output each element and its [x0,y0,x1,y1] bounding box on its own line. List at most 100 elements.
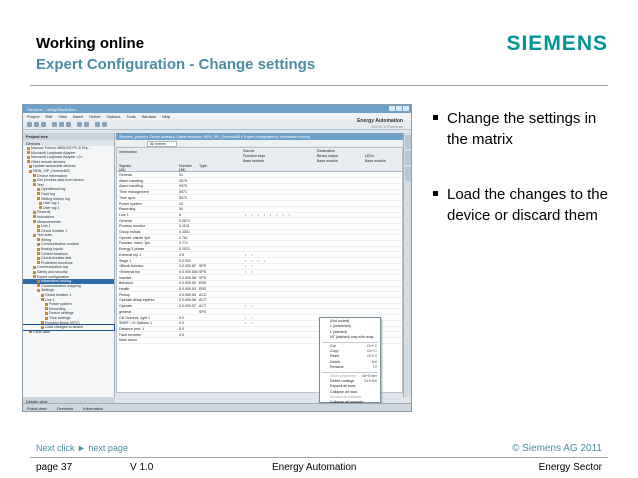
folder-icon [33,210,36,214]
matrix-row[interactable]: Alarm handling 4579 [117,178,402,185]
signal-cell: Behavior [119,281,134,286]
number-filter[interactable]: (All) [179,168,185,172]
folder-icon [27,151,30,155]
matrix-row[interactable]: »Block function 0.0.930.82 SPS • • [117,264,402,270]
task-card-tab-1[interactable] [405,135,411,149]
matrix-row[interactable]: Power system 10 [117,202,402,207]
redo-icon[interactable] [84,122,89,127]
binary-output-header: Binary output [317,154,339,158]
go-online-icon[interactable] [95,122,100,127]
menu-item[interactable]: Help [162,114,170,119]
tree-item-label: Settings [41,288,54,293]
context-menu-shortcut: F2 [372,365,377,370]
routing-marks[interactable]: • • • • • • • • [245,213,292,218]
matrix-row[interactable]: Inactive 0.0.930.58 SPS [117,276,402,281]
menu-bar: Project Edit View Insert Online Options Tools W… [23,113,411,120]
task-card-tab-3[interactable] [405,167,411,181]
tree-item-label: Test suite [37,233,53,238]
context-menu-label: Expand all columns [330,395,362,400]
cut-icon[interactable] [52,122,57,127]
matrix-row[interactable]: Operate delay expired 0.0.930.56 ACT [117,298,402,304]
routing-marks[interactable]: • • [245,304,255,309]
number-cell: 0.0.930.55 [179,292,196,297]
menu-item[interactable]: Online [89,114,101,119]
status-tab[interactable]: Information [83,406,103,411]
status-tab[interactable]: Overview [57,406,74,411]
tree-item-label: Analog inputs [41,247,63,252]
bullet-square-icon [433,191,438,196]
matrix-row[interactable]: Group indicat. 0.4551 [117,230,402,236]
routing-marks[interactable]: • • • • [245,259,267,264]
close-button[interactable] [403,106,409,111]
undo-icon[interactable] [77,122,82,127]
matrix-row[interactable]: Fundam. harm. 3ph 0.771 [117,241,402,247]
routing-marks[interactable]: • • [245,264,255,269]
folder-icon [41,298,44,302]
folder-icon [37,256,40,260]
signal-cell: Distance prot. 1 [119,326,145,331]
task-card-tab-2[interactable] [405,151,411,165]
context-menu-label: Cut [330,343,336,348]
context-menu-label: Rename [330,365,344,370]
context-menu-item[interactable]: Rename F2 [320,365,380,370]
routing-marks[interactable]: • • [245,321,255,326]
signal-cell: Alarm handling [119,178,143,183]
minimize-button[interactable] [389,106,395,111]
routing-marks[interactable]: • • [245,316,255,321]
matrix-row[interactable]: general SPS [117,310,402,316]
next-click-link[interactable]: Next click ► next page [36,443,128,453]
matrix-row[interactable]: Health 0.0.930.53 ENS [117,287,402,293]
matrix-row[interactable]: Stage 1 0.0.931 • • • • [117,259,402,264]
status-tab[interactable]: Portal view [27,406,47,411]
context-menu-item[interactable]: NT (latched) only with relay [320,335,380,340]
menu-item[interactable]: Window [142,114,156,119]
folder-icon [27,146,30,150]
matrix-row[interactable]: Process monitor 0.1101 [117,224,402,230]
matrix-row[interactable]: Time management 5971 [117,190,402,196]
tree-item-label: Line 1 [45,297,55,302]
matrix-row[interactable]: »External trip 0.0.930.500 SPS • • [117,270,402,276]
matrix-row[interactable]: Time sync. 5972 [117,196,402,202]
tree-item-label: Update accessible devices [33,164,76,169]
menu-item[interactable]: Project [27,114,39,119]
matrix-toolbar: All entries [116,140,403,147]
tree-item[interactable]: Local data [23,330,114,335]
matrix-row[interactable]: Alarm handling 9970 [117,184,402,190]
menu-item[interactable]: Insert [73,114,83,119]
menu-item[interactable]: Tools [126,114,135,119]
save-project-icon[interactable] [41,122,46,127]
matrix-row[interactable]: Recording 50 [117,207,402,213]
matrix-row[interactable]: General 91 [117,173,402,179]
matrix-row[interactable]: Pickup 0.0.930.55 ACD [117,292,402,299]
number-cell: 0.0.930.82 [179,264,196,269]
folder-icon [33,178,36,182]
number-cell: 0.6 [179,252,184,257]
base-module-header-3: Base module [365,159,386,163]
go-offline-icon[interactable] [102,122,107,127]
signal-cell: Operati. values 3ph [119,235,151,240]
matrix-row[interactable]: External trip 1 0.6 • • [117,252,402,259]
context-menu-label: Collapse all rows [330,389,358,394]
routing-marks[interactable]: • • [245,270,255,275]
signals-filter[interactable]: (All) [119,168,125,172]
routing-marks[interactable]: • • [245,253,255,258]
folder-icon [37,229,40,233]
folder-icon [37,252,40,256]
type-cell: ENS [199,287,207,291]
matrix-row[interactable]: Line 1 8 • • • • • • • • [117,213,402,219]
open-project-icon[interactable] [34,122,39,127]
matrix-row[interactable]: Behavior 0.0.930.52 ENS [117,281,402,287]
menu-item[interactable]: Edit [45,114,52,119]
folder-icon [37,284,40,288]
copy-icon[interactable] [59,122,64,127]
maximize-button[interactable] [396,106,402,111]
matrix-row[interactable]: Operati. values 3ph 0.761 [117,235,402,242]
menu-item[interactable]: Options [107,114,121,119]
tree-item-label: Protection functions [41,260,73,265]
new-project-icon[interactable] [27,122,32,127]
paste-icon[interactable] [66,122,71,127]
matrix-row[interactable]: Energy 3-phase 0.1021 [117,247,402,253]
matrix-row[interactable]: Operate 0.0.930.57 ACT • • [117,304,402,310]
matrix-row[interactable]: General 0.0671 [117,219,402,224]
menu-item[interactable]: View [58,114,67,119]
